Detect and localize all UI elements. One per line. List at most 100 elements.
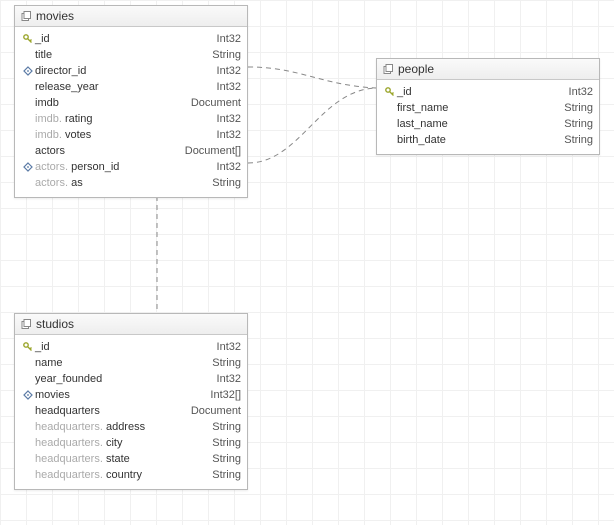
field-name: actors (35, 145, 65, 157)
link-icon (21, 390, 35, 400)
field-label: _id (35, 31, 50, 47)
key-icon (385, 87, 395, 97)
entity-header[interactable]: movies (15, 6, 247, 27)
field-name: address (106, 421, 145, 433)
entity-people[interactable]: people _id Int32 first_name String last_name S… (376, 58, 600, 155)
field-type: Document (183, 403, 241, 419)
entity-name: people (398, 62, 434, 76)
field-name: release_year (35, 81, 99, 93)
entity-body: _idInt32first_nameStringlast_nameStringb… (377, 80, 599, 154)
link-icon (23, 66, 33, 76)
field-row[interactable]: movies Int32[] (21, 387, 241, 403)
field-row[interactable]: _id Int32 (383, 84, 593, 100)
field-row[interactable]: year_founded Int32 (21, 371, 241, 387)
field-name: headquarters (35, 405, 100, 417)
field-label: _id (397, 84, 412, 100)
entity-studios[interactable]: studios_idInt32nameStringyear_foundedInt… (14, 313, 248, 490)
field-label: actors. as (35, 175, 83, 191)
field-prefix: headquarters. (35, 421, 103, 433)
key-icon (23, 342, 33, 352)
field-row[interactable]: release_yearInt32 (21, 79, 241, 95)
field-row[interactable]: _idInt32 (21, 31, 241, 47)
field-row[interactable]: imdbDocument (21, 95, 241, 111)
field-type: Int32 (209, 127, 241, 143)
connection-line (248, 67, 376, 88)
field-row[interactable]: actors Document[] (21, 143, 241, 159)
field-type: String (556, 100, 593, 116)
field-label: last_name (397, 116, 448, 132)
field-type: String (204, 47, 241, 63)
table-icon (21, 319, 32, 330)
field-row[interactable]: headquarters. addressString (21, 419, 241, 435)
field-name: _id (397, 86, 412, 98)
field-row[interactable]: headquarters Document (21, 403, 241, 419)
field-label: headquarters. city (35, 435, 122, 451)
key-icon (21, 34, 35, 44)
field-row[interactable]: birth_dateString (383, 132, 593, 148)
field-name: name (35, 357, 63, 369)
field-type: Int32 (561, 84, 593, 100)
field-row[interactable]: headquarters. stateString (21, 451, 241, 467)
field-label: headquarters. state (35, 451, 130, 467)
field-label: headquarters (35, 403, 100, 419)
field-label: imdb. votes (35, 127, 91, 143)
entity-name: studios (36, 317, 74, 331)
field-label: first_name (397, 100, 448, 116)
field-row[interactable]: nameString (21, 355, 241, 371)
entity-movies[interactable]: movies_idInt32titleStringdirector_idInt3… (14, 5, 248, 198)
table-icon (21, 11, 32, 22)
link-icon (21, 66, 35, 76)
field-prefix: headquarters. (35, 437, 103, 449)
field-name: person_id (71, 161, 119, 173)
field-label: name (35, 355, 63, 371)
field-label: _id (35, 339, 50, 355)
field-label: imdb. rating (35, 111, 93, 127)
field-label: director_id (35, 63, 86, 79)
field-name: first_name (397, 102, 448, 114)
field-type: Int32 (209, 63, 241, 79)
field-name: state (106, 453, 130, 465)
field-type: Int32 (209, 111, 241, 127)
field-row[interactable]: first_name String (383, 100, 593, 116)
link-icon (23, 390, 33, 400)
field-row[interactable]: title String (21, 47, 241, 63)
field-type: String (204, 175, 241, 191)
field-name: director_id (35, 65, 86, 77)
field-row[interactable]: director_id Int32 (21, 63, 241, 79)
field-row[interactable]: _id Int32 (21, 339, 241, 355)
field-prefix: actors. (35, 161, 68, 173)
field-name: votes (65, 129, 91, 141)
field-name: _id (35, 33, 50, 45)
field-name: _id (35, 341, 50, 353)
field-name: city (106, 437, 123, 449)
field-row[interactable]: actors. as String (21, 175, 241, 191)
field-type: String (204, 435, 241, 451)
field-row[interactable]: imdb. rating Int32 (21, 111, 241, 127)
field-type: Int32 (209, 159, 241, 175)
key-icon (383, 87, 397, 97)
field-label: headquarters. country (35, 467, 142, 483)
entity-header[interactable]: studios (15, 314, 247, 335)
field-type: Int32 (209, 371, 241, 387)
field-label: year_founded (35, 371, 102, 387)
field-row[interactable]: actors. person_id Int32 (21, 159, 241, 175)
field-type: String (556, 116, 593, 132)
table-icon (383, 64, 394, 75)
field-label: title (35, 47, 52, 63)
field-type: String (204, 467, 241, 483)
field-label: movies (35, 387, 70, 403)
field-label: actors. person_id (35, 159, 119, 175)
entity-header[interactable]: people (377, 59, 599, 80)
field-row[interactable]: headquarters. country String (21, 467, 241, 483)
link-icon (21, 162, 35, 172)
field-row[interactable]: last_name String (383, 116, 593, 132)
entity-body: _idInt32nameStringyear_foundedInt32movie… (15, 335, 247, 489)
field-prefix: imdb. (35, 113, 62, 125)
field-type: Int32[] (202, 387, 241, 403)
field-type: Document[] (177, 143, 241, 159)
field-row[interactable]: headquarters. city String (21, 435, 241, 451)
entity-body: _idInt32titleStringdirector_idInt32relea… (15, 27, 247, 197)
field-name: rating (65, 113, 93, 125)
field-row[interactable]: imdb. votes Int32 (21, 127, 241, 143)
field-type: Int32 (209, 339, 241, 355)
